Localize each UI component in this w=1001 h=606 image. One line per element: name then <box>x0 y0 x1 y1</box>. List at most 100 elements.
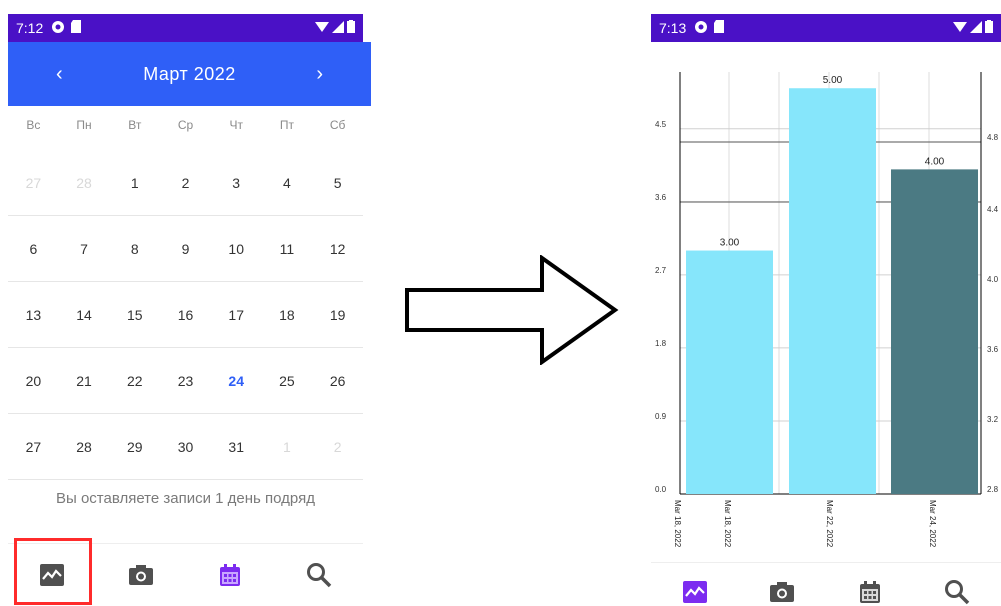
chart-icon <box>682 580 707 603</box>
weekday-label: Ср <box>177 118 194 132</box>
calendar-day[interactable]: 1 <box>262 439 313 455</box>
nav-camera-button[interactable] <box>111 550 171 600</box>
bar-chart-svg: 0.0 0.9 1.8 2.7 3.6 4.5 2.8 3.2 3.6 4.0 4.4 4.8 3.00… <box>655 72 999 548</box>
nav-search-button[interactable] <box>927 567 987 606</box>
wifi-icon <box>953 20 967 36</box>
calendar-day[interactable]: 26 <box>312 373 363 389</box>
calendar-day[interactable]: 11 <box>262 241 313 257</box>
bar-value-label: 5.00 <box>823 75 843 86</box>
nav-calendar-button[interactable] <box>840 567 900 606</box>
calendar-day[interactable]: 28 <box>59 439 110 455</box>
calendar-day[interactable]: 20 <box>8 373 59 389</box>
calendar-day[interactable]: 2 <box>312 439 363 455</box>
bar-value-label: 4.00 <box>925 156 945 167</box>
calendar-day[interactable]: 18 <box>262 307 313 323</box>
nav-camera-button[interactable] <box>752 567 812 606</box>
calendar-day[interactable]: 13 <box>8 307 59 323</box>
weekday-label: Чт <box>229 118 243 132</box>
status-bar: 7:13 <box>651 14 1001 42</box>
calendar-day[interactable]: 19 <box>312 307 363 323</box>
bar <box>686 250 773 494</box>
streak-caption: Вы оставляете записи 1 день подряд <box>56 490 315 507</box>
right-axis-tick: 4.8 <box>987 133 999 142</box>
calendar-day[interactable]: 2 <box>160 175 211 191</box>
status-bar: 7:12 <box>8 14 363 42</box>
nav-chart-button[interactable] <box>665 567 725 606</box>
nav-calendar-button[interactable] <box>200 550 260 600</box>
status-time: 7:12 <box>16 20 44 36</box>
x-axis-label: Mar 18, 2022 <box>673 500 682 548</box>
calendar-day[interactable]: 7 <box>59 241 110 257</box>
calendar-week: 20 21 22 23 24 25 26 <box>8 348 363 414</box>
calendar-day[interactable]: 30 <box>160 439 211 455</box>
battery-icon <box>347 20 355 36</box>
weekday-label: Вс <box>26 118 41 132</box>
calendar-day[interactable]: 6 <box>8 241 59 257</box>
calendar-day[interactable]: 27 <box>8 175 59 191</box>
calendar-day[interactable]: 29 <box>109 439 160 455</box>
calendar-day[interactable]: 27 <box>8 439 59 455</box>
left-axis-tick: 1.8 <box>655 339 667 348</box>
calendar-week: 27 28 29 30 31 1 2 <box>8 414 363 480</box>
left-axis-tick: 2.7 <box>655 266 667 275</box>
calendar-day[interactable]: 14 <box>59 307 110 323</box>
right-axis-tick: 4.4 <box>987 205 999 214</box>
transition-arrow-icon <box>405 255 619 365</box>
bar-value-label: 3.00 <box>720 238 740 249</box>
prev-month-button[interactable]: ‹ <box>56 63 63 86</box>
calendar-day[interactable]: 4 <box>262 175 313 191</box>
right-axis-tick: 3.6 <box>987 345 999 354</box>
calendar-day[interactable]: 22 <box>109 373 160 389</box>
bar <box>891 169 978 494</box>
calendar-grid: 27 28 1 2 3 4 5 6 7 8 9 10 11 12 13 14 1… <box>8 150 363 480</box>
calendar-week: 13 14 15 16 17 18 19 <box>8 282 363 348</box>
highlight-box <box>14 538 92 605</box>
left-axis-tick: 0.9 <box>655 412 667 421</box>
status-time: 7:13 <box>659 20 687 36</box>
bar <box>789 88 876 494</box>
sd-card-icon <box>71 20 82 36</box>
right-axis-tick: 3.2 <box>987 415 999 424</box>
bar-chart: 0.0 0.9 1.8 2.7 3.6 4.5 2.8 3.2 3.6 4.0 4.4 4.8 3.00… <box>651 42 1001 562</box>
calendar-day[interactable]: 1 <box>109 175 160 191</box>
calendar-icon <box>219 564 240 586</box>
weekday-header: Вс Пн Вт Ср Чт Пт Сб <box>8 118 363 132</box>
left-axis-tick: 4.5 <box>655 120 667 129</box>
calendar-day[interactable]: 3 <box>211 175 262 191</box>
month-header: ‹ Март 2022 › <box>8 42 371 106</box>
sync-icon <box>51 20 65 37</box>
calendar-day[interactable]: 5 <box>312 175 363 191</box>
calendar-icon <box>859 580 880 603</box>
left-axis-tick: 3.6 <box>655 193 667 202</box>
sync-icon <box>694 20 708 37</box>
x-axis-label: Mar 18, 2022 <box>723 500 732 548</box>
weekday-label: Пт <box>279 118 294 132</box>
search-icon <box>945 579 970 604</box>
calendar-week: 6 7 8 9 10 11 12 <box>8 216 363 282</box>
right-phone-screen: 7:13 0.0 0.9 1.8 2.7 3.6 4.5 2.8 3.2 3.6 4.0 4.4 4.… <box>651 14 1001 605</box>
calendar-day[interactable]: 15 <box>109 307 160 323</box>
calendar-day[interactable]: 21 <box>59 373 110 389</box>
calendar-day-today[interactable]: 24 <box>211 373 262 389</box>
calendar-day[interactable]: 16 <box>160 307 211 323</box>
weekday-label: Пн <box>76 118 92 132</box>
calendar-day[interactable]: 25 <box>262 373 313 389</box>
calendar-day[interactable]: 10 <box>211 241 262 257</box>
month-title: Март 2022 <box>143 63 236 84</box>
bottom-nav <box>651 562 1001 605</box>
weekday-label: Вт <box>128 118 142 132</box>
calendar-day[interactable]: 31 <box>211 439 262 455</box>
battery-icon <box>985 20 993 36</box>
calendar-day[interactable]: 23 <box>160 373 211 389</box>
calendar-day[interactable]: 28 <box>59 175 110 191</box>
x-axis-label: Mar 24, 2022 <box>928 500 937 548</box>
next-month-button[interactable]: › <box>316 63 323 86</box>
weekday-label: Сб <box>329 118 346 132</box>
calendar-day[interactable]: 8 <box>109 241 160 257</box>
right-axis-tick: 4.0 <box>987 275 999 284</box>
camera-icon <box>770 581 795 602</box>
calendar-day[interactable]: 9 <box>160 241 211 257</box>
nav-search-button[interactable] <box>289 550 349 600</box>
calendar-day[interactable]: 12 <box>312 241 363 257</box>
calendar-day[interactable]: 17 <box>211 307 262 323</box>
